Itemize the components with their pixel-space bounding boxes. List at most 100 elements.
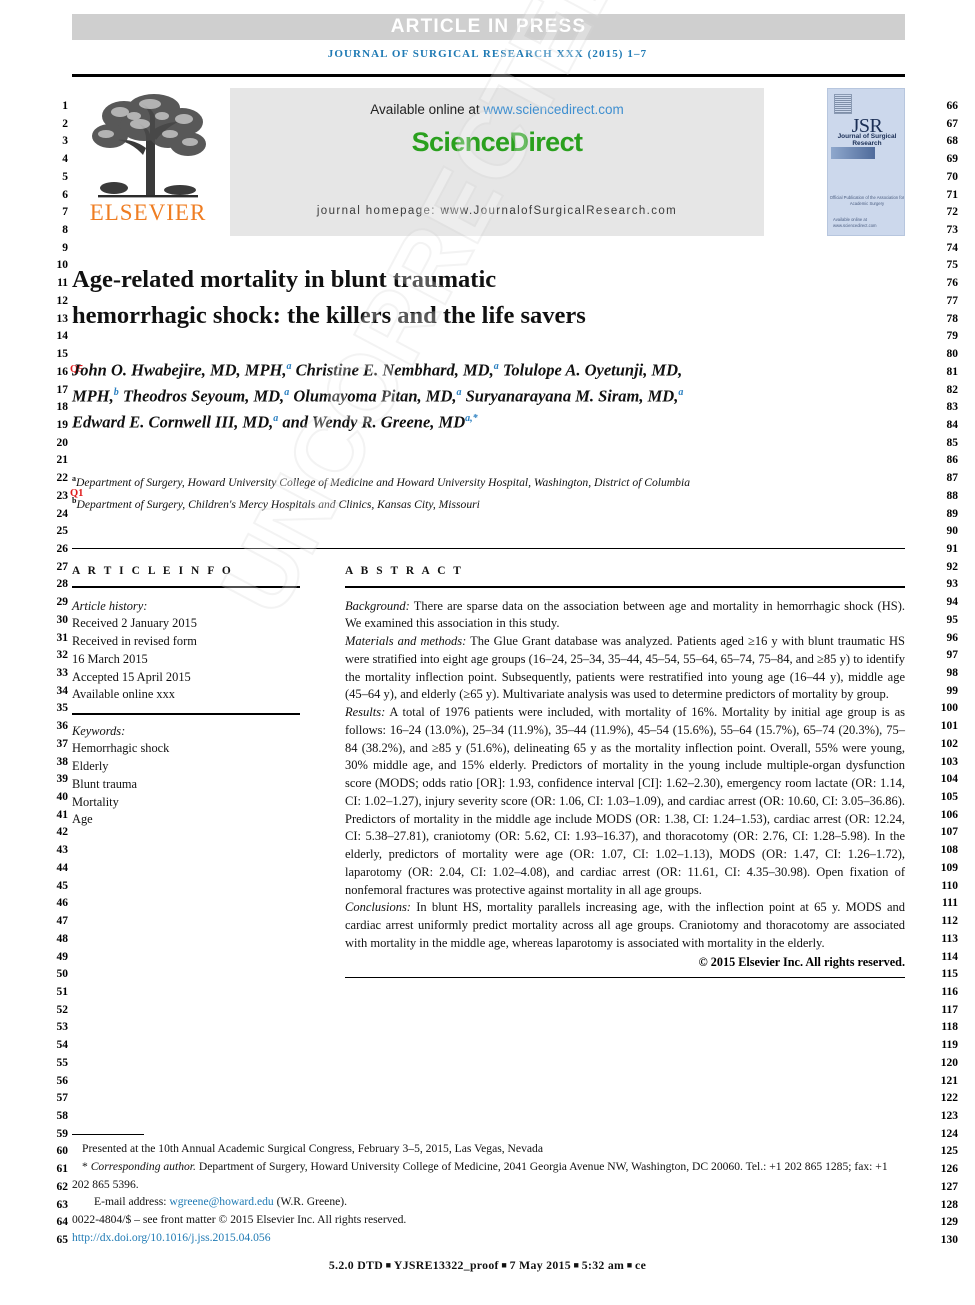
line-number: 12 [56, 294, 69, 307]
line-number: 4 [62, 153, 68, 166]
masthead: ELSEVIER Available online at www.science… [72, 88, 905, 236]
line-number: 77 [946, 294, 959, 307]
line-number: 94 [946, 596, 959, 609]
line-number: 49 [56, 950, 69, 963]
line-number: 111 [942, 897, 958, 910]
line-number: 107 [940, 826, 958, 839]
line-number: 59 [56, 1127, 69, 1140]
line-number: 122 [940, 1092, 958, 1105]
line-number: 60 [56, 1145, 69, 1158]
sciencedirect-link[interactable]: www.sciencedirect.com [483, 102, 623, 117]
line-number: 24 [56, 507, 69, 520]
doi-link[interactable]: http://dx.doi.org/10.1016/j.jss.2015.04.… [72, 1231, 271, 1244]
line-number: 27 [56, 560, 69, 573]
line-number: 62 [56, 1180, 69, 1193]
line-number: 29 [56, 596, 69, 609]
line-number-gutter-left: 1 2 3 4 5 6 7 8 9 10 11 12 13 14 15 16 17 18 19 20 21 22 23 24 2… [22, 98, 69, 1250]
keyword-item: Mortality [72, 794, 119, 809]
line-number: 89 [946, 507, 959, 520]
line-number: 6 [62, 188, 68, 201]
abstract-bottom-rule [345, 976, 905, 979]
line-number: 69 [946, 153, 959, 166]
proof-date: 7 May 2015 [509, 1258, 571, 1272]
affiliation-b-text: Department of Surgery, Children's Mercy … [76, 497, 480, 511]
cover-url-note: Available online at www.sciencedirect.co… [833, 217, 877, 228]
abstract-section: Materials and methods: The Glue Grant da… [345, 633, 905, 704]
line-number: 95 [946, 613, 959, 626]
line-number: 11 [57, 277, 68, 290]
line-number: 88 [946, 489, 959, 502]
abstract-section-text: There are sparse data on the association… [345, 598, 905, 631]
elsevier-tree-icon [84, 92, 212, 200]
footnote-presented: Presented at the 10th Annual Academic Su… [82, 1142, 543, 1155]
line-number: 98 [946, 667, 959, 679]
email-link[interactable]: wgreene@howard.edu [169, 1195, 273, 1208]
line-number: 78 [946, 312, 959, 325]
keyword-item: Elderly [72, 759, 109, 774]
line-number: 68 [946, 135, 959, 148]
available-online-line: Available online at www.sciencedirect.co… [230, 102, 764, 117]
cover-accent-bar [831, 147, 875, 159]
line-number: 124 [940, 1127, 958, 1140]
keywords-block: Keywords: Hemorrhagic shock Elderly Blunt … [72, 723, 300, 830]
info-abstract-divider [72, 548, 905, 549]
line-number: 120 [940, 1056, 958, 1069]
article-history-item: Received 2 January 2015 [72, 616, 197, 631]
sciencedirect-wordmark: ScienceDirect [411, 127, 583, 157]
line-number: 53 [56, 1021, 69, 1034]
line-number: 7 [62, 206, 68, 219]
abstract-section-text: In blunt HS, mortality parallels increas… [345, 900, 905, 950]
journal-cover-thumbnail: JSR Journal of Surgical Research Officia… [827, 88, 905, 236]
line-number: 80 [946, 348, 959, 361]
footnote-corresponding-author: * Corresponding author. Department of Su… [72, 1158, 905, 1194]
line-number: 81 [946, 365, 959, 378]
line-number: 93 [946, 578, 959, 591]
footnote-email-line: E-mail address: wgreene@howard.edu (W.R.… [72, 1193, 905, 1211]
line-number: 74 [946, 241, 959, 254]
article-history-item: Received in revised form [72, 634, 197, 649]
elsevier-logo: ELSEVIER [72, 88, 224, 236]
line-number: 127 [940, 1180, 958, 1193]
line-number: 126 [940, 1163, 958, 1176]
line-number: 14 [56, 330, 69, 343]
line-number: 90 [946, 525, 959, 538]
email-label: E-mail address: [94, 1195, 167, 1209]
line-number: 58 [56, 1109, 69, 1122]
footnote-frontmatter: 0022-4804/$ – see front matter © 2015 El… [72, 1213, 407, 1226]
line-number: 105 [940, 791, 958, 804]
keyword-item: Age [72, 812, 93, 827]
proof-separator-icon: ■ [624, 1260, 636, 1270]
line-number: 23 [56, 489, 69, 502]
line-number: 44 [56, 861, 69, 874]
article-info-rule [72, 586, 300, 588]
line-number: 85 [946, 436, 959, 449]
line-number: 76 [946, 277, 959, 290]
line-number: 43 [56, 844, 69, 857]
line-number: 96 [946, 631, 959, 644]
keyword-item: Blunt trauma [72, 776, 138, 791]
line-number: 92 [946, 560, 959, 573]
line-number: 16 [56, 365, 69, 378]
line-number: 119 [941, 1039, 958, 1052]
article-history-block: Article history: Received 2 January 2015… [72, 598, 300, 705]
line-number: 46 [56, 897, 69, 910]
line-number: 25 [56, 525, 69, 538]
sciencedirect-panel: Available online at www.sciencedirect.co… [230, 88, 764, 236]
line-number: 10 [56, 259, 69, 272]
abstract-section-label: Materials and methods: [345, 634, 467, 649]
line-number: 87 [946, 472, 959, 485]
line-number: 108 [940, 844, 958, 857]
proof-identifier: YJSRE13322_proof [393, 1258, 499, 1272]
line-number: 102 [940, 737, 958, 750]
corresponding-marker: * [82, 1159, 88, 1173]
journal-citation-line: JOURNAL OF SURGICAL RESEARCH XXX (2015) … [327, 48, 648, 60]
line-number: 51 [56, 985, 69, 998]
line-number: 101 [940, 720, 958, 733]
available-online-label: Available online at [370, 102, 480, 117]
line-number: 91 [946, 542, 959, 555]
line-number: 39 [56, 773, 69, 786]
line-number: 55 [56, 1056, 69, 1069]
line-number: 22 [56, 472, 69, 485]
line-number: 115 [941, 968, 958, 981]
line-number-gutter-right: 66 67 68 69 70 71 72 73 74 75 76 77 78 79 80 81 82 83 84 85… [912, 98, 958, 1250]
